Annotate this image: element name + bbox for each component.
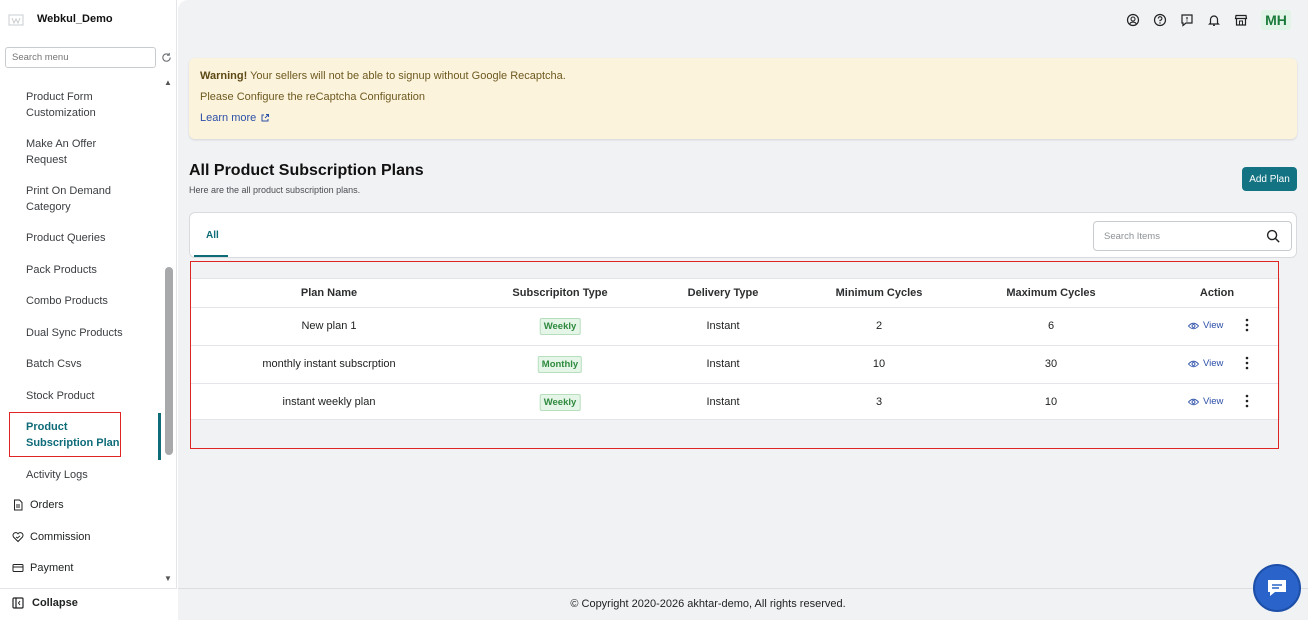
sidebar-item-label: Commission — [30, 531, 91, 543]
search-items-placeholder: Search Items — [1104, 231, 1160, 242]
sidebar: Webkul_Demo ▲ ▼ Product Form Customizati… — [0, 0, 177, 620]
sidebar-item-orders[interactable]: Orders — [12, 499, 64, 511]
copyright-text: © Copyright 2020-2026 akhtar-demo, All r… — [570, 598, 846, 610]
recaptcha-warning-banner: Warning! Your sellers will not be able t… — [189, 58, 1297, 139]
sidebar-item-combo-products[interactable]: Combo Products — [26, 293, 108, 309]
chat-icon — [1268, 580, 1286, 596]
sidebar-item-product-form-customization[interactable]: Product Form Customization — [26, 89, 96, 121]
scroll-down-arrow[interactable]: ▼ — [164, 574, 172, 583]
bell-icon[interactable] — [1207, 13, 1221, 27]
external-link-icon — [261, 114, 270, 122]
chat-button[interactable] — [1253, 564, 1301, 612]
sidebar-item-pack-products[interactable]: Pack Products — [26, 262, 97, 278]
warning-line2: Please Configure the reCaptcha Configura… — [200, 91, 426, 103]
avatar[interactable]: MH — [1261, 10, 1291, 30]
sidebar-item-payment[interactable]: Payment — [12, 562, 73, 574]
topbar-icons: MH — [1126, 10, 1291, 30]
tabs-card: All Search Items — [189, 212, 1297, 258]
refresh-icon[interactable] — [161, 52, 172, 63]
feedback-icon[interactable] — [1180, 13, 1194, 27]
store-icon[interactable] — [1234, 13, 1248, 27]
sidebar-item-dual-sync-products[interactable]: Dual Sync Products — [26, 325, 123, 341]
webkul-logo — [8, 14, 24, 26]
sidebar-item-batch-csvs[interactable]: Batch Csvs — [26, 356, 82, 372]
highlight-box-sidebar — [9, 412, 121, 457]
highlight-box-table — [190, 261, 1279, 449]
warning-text: Your sellers will not be able to signup … — [247, 70, 566, 82]
user-circle-icon[interactable] — [1126, 13, 1140, 27]
learn-more-label: Learn more — [200, 112, 257, 124]
brand: Webkul_Demo — [0, 0, 177, 40]
tab-underline — [194, 255, 228, 257]
warning-message: Warning! Your sellers will not be able t… — [200, 70, 566, 82]
sidebar-scrollbar[interactable] — [165, 267, 173, 455]
add-plan-button[interactable]: Add Plan — [1242, 167, 1297, 191]
sidebar-item-product-queries[interactable]: Product Queries — [26, 230, 105, 246]
search-items-input[interactable]: Search Items — [1093, 221, 1292, 251]
sidebar-item-make-an-offer-request[interactable]: Make An Offer Request — [26, 136, 96, 168]
scroll-up-arrow[interactable]: ▲ — [164, 78, 172, 87]
warning-strong: Warning! — [200, 70, 248, 82]
sidebar-item-label: Payment — [30, 562, 74, 574]
learn-more-link[interactable]: Learn more — [200, 112, 270, 124]
brand-name: Webkul_Demo — [37, 13, 113, 25]
tab-all[interactable]: All — [206, 230, 219, 241]
sidebar-item-print-on-demand-category[interactable]: Print On Demand Category — [26, 183, 111, 215]
page-title: All Product Subscription Plans — [189, 162, 424, 179]
sidebar-item-label: Orders — [30, 499, 64, 511]
search-icon[interactable] — [1266, 229, 1281, 244]
sidebar-item-activity-logs[interactable]: Activity Logs — [26, 467, 88, 483]
commission-icon — [12, 532, 24, 543]
help-icon[interactable] — [1153, 13, 1167, 27]
search-menu-input[interactable] — [5, 47, 156, 68]
card-icon — [12, 564, 24, 572]
footer: © Copyright 2020-2026 akhtar-demo, All r… — [178, 588, 1308, 620]
sidebar-item-commission[interactable]: Commission — [12, 531, 91, 543]
active-indicator — [158, 413, 161, 460]
page-subtitle: Here are the all product subscription pl… — [189, 185, 361, 195]
sidebar-item-stock-product[interactable]: Stock Product — [26, 388, 94, 404]
file-icon — [14, 499, 23, 511]
